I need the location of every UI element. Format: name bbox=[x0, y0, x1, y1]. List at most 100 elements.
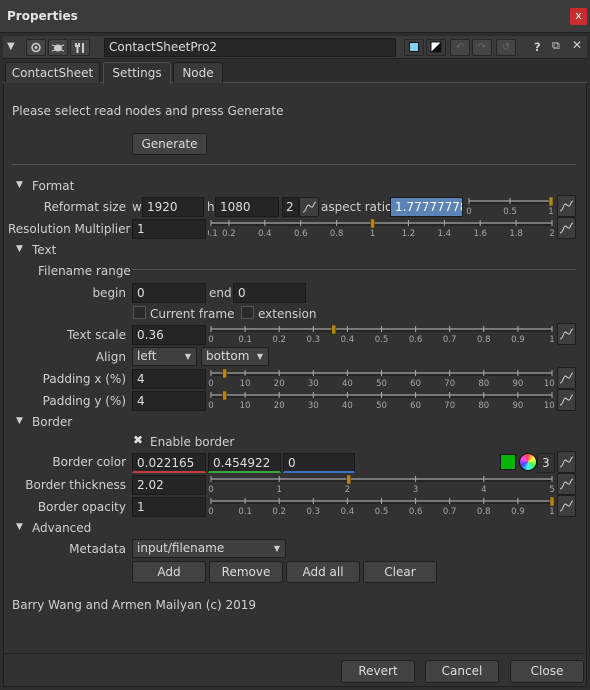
slider-tick-label: 60 bbox=[410, 401, 421, 411]
color-swatch[interactable] bbox=[500, 454, 516, 470]
tab-settings[interactable]: Settings bbox=[103, 62, 171, 84]
extension-checkbox[interactable] bbox=[241, 306, 254, 319]
gl-color-icon[interactable] bbox=[426, 39, 446, 56]
border-opacity-slider[interactable]: 0 0.1 0.2 0.3 0.4 0.5 0.6 0.7 0.8 0.9 1 bbox=[208, 497, 555, 517]
current-frame-checkbox[interactable] bbox=[133, 306, 146, 319]
close-panel-icon[interactable]: ✕ bbox=[572, 38, 582, 52]
slider-tick-label: 0.6 bbox=[294, 229, 308, 239]
border-opacity-input[interactable]: 1 bbox=[132, 497, 206, 517]
enable-border-label: Enable border bbox=[150, 435, 235, 449]
slider-tick-label: 1 bbox=[276, 485, 281, 495]
aspect-ratio-input[interactable]: 1.77777778 bbox=[390, 197, 463, 217]
slider-tick-label: 30 bbox=[308, 401, 319, 411]
text-scale-input[interactable]: 0.36 bbox=[132, 325, 206, 345]
slider-tick-label: 0 bbox=[466, 207, 471, 217]
padding-y-slider[interactable]: 0 10 20 30 40 50 60 70 80 90 100 bbox=[208, 391, 555, 411]
cancel-button[interactable]: Cancel bbox=[425, 660, 499, 683]
border-opacity-animation-icon[interactable] bbox=[557, 495, 576, 517]
padding-y-animation-icon[interactable] bbox=[557, 389, 576, 411]
text-scale-slider[interactable]: 0 0.1 0.2 0.3 0.4 0.5 0.6 0.7 0.8 0.9 1 bbox=[208, 325, 555, 345]
slider-handle[interactable] bbox=[222, 391, 227, 401]
filename-range-divider bbox=[132, 269, 576, 270]
color-indicator-icon[interactable] bbox=[404, 39, 424, 56]
undo-icon[interactable]: ↶ bbox=[450, 39, 470, 56]
slider-tick-label: 0.4 bbox=[258, 229, 272, 239]
text-collapse-icon[interactable]: ▼ bbox=[16, 244, 23, 254]
slider-tick-label: 0.6 bbox=[409, 507, 423, 517]
border-collapse-icon[interactable]: ▼ bbox=[16, 416, 23, 426]
resolution-multiplier-input[interactable]: 1 bbox=[132, 219, 206, 239]
border-color-red-input[interactable]: 0.022165 bbox=[132, 453, 206, 473]
current-frame-label: Current frame bbox=[150, 307, 235, 321]
slider-handle[interactable] bbox=[346, 475, 352, 485]
help-icon[interactable]: ? bbox=[534, 40, 541, 54]
border-color-green-input[interactable]: 0.454922 bbox=[208, 453, 281, 473]
color-channels-button[interactable]: 3 bbox=[537, 453, 555, 473]
slider-tick-label: 40 bbox=[342, 401, 353, 411]
add-all-button[interactable]: Add all bbox=[286, 561, 360, 583]
tab-contactsheet[interactable]: ContactSheet bbox=[5, 62, 100, 83]
close-button[interactable]: Close bbox=[510, 660, 584, 683]
remove-button[interactable]: Remove bbox=[209, 561, 283, 583]
add-button[interactable]: Add bbox=[132, 561, 206, 583]
revert-knobs-icon[interactable]: ↺ bbox=[496, 39, 516, 56]
bug-node-icon[interactable] bbox=[48, 39, 68, 56]
begin-input[interactable]: 0 bbox=[132, 283, 206, 303]
padding-y-input[interactable]: 4 bbox=[132, 391, 206, 411]
node-name-input[interactable]: ContactSheetPro2 bbox=[104, 38, 396, 57]
align-vertical-dropdown[interactable]: bottom ▼ bbox=[201, 347, 269, 366]
padding-x-input[interactable]: 4 bbox=[132, 369, 206, 389]
slider-handle[interactable] bbox=[548, 197, 554, 207]
advanced-collapse-icon[interactable]: ▼ bbox=[16, 522, 23, 532]
border-color-animation-icon[interactable] bbox=[557, 451, 576, 473]
revert-button[interactable]: Revert bbox=[341, 660, 415, 683]
window-close-button[interactable]: x bbox=[570, 8, 587, 25]
format-collapse-icon[interactable]: ▼ bbox=[16, 180, 23, 190]
slider-handle[interactable] bbox=[549, 497, 555, 507]
border-thickness-animation-icon[interactable] bbox=[557, 473, 576, 495]
padding-x-animation-icon[interactable] bbox=[557, 367, 576, 389]
border-thickness-slider[interactable]: 0 1 2 3 4 5 bbox=[208, 475, 555, 495]
curve-editor-icon[interactable] bbox=[299, 197, 319, 217]
divider bbox=[12, 164, 576, 165]
aspect-animation-icon[interactable] bbox=[557, 195, 576, 217]
color-wheel-icon[interactable] bbox=[519, 453, 537, 471]
clear-button[interactable]: Clear bbox=[363, 561, 437, 583]
collapse-node-icon[interactable]: ▼ bbox=[7, 41, 15, 52]
slider-tick-label: 100 bbox=[544, 401, 555, 411]
resmult-animation-icon[interactable] bbox=[557, 217, 576, 239]
generate-button[interactable]: Generate bbox=[132, 133, 207, 155]
slider-tick-label: 0.7 bbox=[443, 507, 457, 517]
align-horizontal-value: left bbox=[137, 349, 157, 363]
height-input[interactable]: 1080 bbox=[215, 197, 279, 217]
redo-icon[interactable]: ↷ bbox=[472, 39, 492, 56]
extension-label: extension bbox=[258, 307, 317, 321]
metadata-dropdown[interactable]: input/filename ▼ bbox=[132, 539, 286, 558]
slider-tick-label: 5 bbox=[549, 485, 554, 495]
float-panel-icon[interactable]: ⧉ bbox=[552, 39, 560, 53]
wrench-icon[interactable] bbox=[70, 39, 90, 56]
slider-tick-label: 0.2 bbox=[272, 507, 286, 517]
slider-handle[interactable] bbox=[222, 369, 227, 379]
slider-tick-label: 0.3 bbox=[307, 507, 321, 517]
slider-handle[interactable] bbox=[370, 219, 375, 229]
slider-handle[interactable] bbox=[331, 325, 337, 335]
view-node-icon[interactable] bbox=[26, 39, 46, 56]
slider-tick-label: 90 bbox=[512, 379, 523, 389]
slider-tick-label: 0.8 bbox=[477, 335, 491, 345]
border-color-blue-input[interactable]: 0 bbox=[283, 453, 355, 473]
channel-count-button[interactable]: 2 bbox=[282, 197, 299, 217]
begin-label: begin bbox=[92, 286, 126, 300]
resolution-multiplier-slider[interactable]: 0.1 0.2 0.4 0.6 0.8 1 1.2 1.4 1.6 1.8 2 bbox=[208, 219, 555, 239]
align-horizontal-dropdown[interactable]: left ▼ bbox=[132, 347, 197, 366]
text-scale-animation-icon[interactable] bbox=[557, 323, 576, 345]
chevron-down-icon: ▼ bbox=[184, 352, 191, 361]
aspect-ratio-slider[interactable]: 0 0.5 1 bbox=[466, 197, 554, 217]
tab-node[interactable]: Node bbox=[173, 62, 223, 83]
slider-tick-label: 1 bbox=[549, 507, 554, 517]
padding-x-slider[interactable]: 0 10 20 30 40 50 60 70 80 90 100 bbox=[208, 369, 555, 389]
enable-border-checkbox[interactable]: ✖ bbox=[133, 433, 143, 447]
width-input[interactable]: 1920 bbox=[142, 197, 204, 217]
border-thickness-input[interactable]: 2.02 bbox=[132, 475, 206, 495]
end-input[interactable]: 0 bbox=[233, 283, 306, 303]
